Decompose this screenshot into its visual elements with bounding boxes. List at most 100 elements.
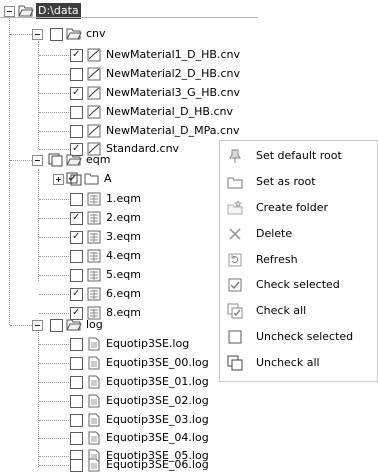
table-file-icon bbox=[87, 249, 101, 263]
menu-item-label: Uncheck selected bbox=[256, 330, 354, 343]
checkbox[interactable] bbox=[70, 125, 83, 138]
tree-guide-line bbox=[9, 15, 10, 325]
file-label: Equotip3SE_00.log bbox=[106, 356, 209, 369]
check-all-icon bbox=[227, 303, 243, 319]
folder-label: cnv bbox=[86, 27, 106, 40]
file-label: Equotip3SE_04.log bbox=[106, 431, 209, 444]
curve-file-icon bbox=[87, 86, 101, 100]
partial-check-icon bbox=[66, 172, 82, 186]
table-file-icon bbox=[87, 211, 101, 225]
checkbox[interactable] bbox=[70, 231, 83, 244]
file-label: NewMaterial_D_HB.cnv bbox=[106, 105, 233, 118]
menu-item-refresh[interactable]: Refresh bbox=[220, 247, 377, 272]
log-file-icon bbox=[88, 431, 100, 445]
menu-item-label: Set as root bbox=[256, 175, 316, 188]
checkbox[interactable] bbox=[70, 288, 83, 301]
menu-item-label: Create folder bbox=[256, 201, 328, 214]
collapse-toggle[interactable] bbox=[32, 155, 43, 166]
menu-item-label: Uncheck all bbox=[256, 356, 320, 369]
collapse-toggle[interactable] bbox=[4, 6, 15, 17]
file-label: 4.eqm bbox=[106, 249, 141, 262]
checkbox[interactable] bbox=[70, 49, 83, 62]
delete-icon bbox=[229, 228, 241, 240]
menu-item-uncheck-selected[interactable]: Uncheck selected bbox=[220, 324, 377, 349]
file-label: 8.eqm bbox=[106, 306, 141, 319]
log-file-icon bbox=[88, 356, 100, 370]
checkbox[interactable] bbox=[70, 414, 83, 427]
menu-item-set-as-root[interactable]: Set as root bbox=[220, 169, 377, 194]
file-label: Standard.cnv bbox=[106, 142, 180, 155]
table-file-icon bbox=[87, 192, 101, 206]
checkbox[interactable] bbox=[70, 376, 83, 389]
checkbox[interactable] bbox=[70, 250, 83, 263]
folder-icon bbox=[227, 177, 243, 189]
menu-item-delete[interactable]: Delete bbox=[220, 221, 377, 246]
menu-item-check-all[interactable]: Check all bbox=[220, 298, 377, 323]
folder-label: A bbox=[104, 172, 112, 185]
menu-item-create-folder[interactable]: Create folder bbox=[220, 195, 377, 220]
context-menu: Set default root Set as root Create fold… bbox=[219, 140, 378, 382]
file-label: 5.eqm bbox=[106, 268, 141, 281]
table-file-icon bbox=[87, 230, 101, 244]
file-label: NewMaterial_D_MPa.cnv bbox=[106, 124, 240, 137]
folder-icon bbox=[84, 173, 99, 185]
folder-open-icon bbox=[18, 5, 34, 17]
curve-file-icon bbox=[87, 105, 101, 119]
checkbox[interactable] bbox=[70, 395, 83, 408]
default-root-icon bbox=[229, 149, 241, 163]
file-label: 6.eqm bbox=[106, 287, 141, 300]
menu-item-label: Delete bbox=[256, 227, 293, 240]
log-file-icon bbox=[88, 375, 100, 389]
file-label: Equotip3SE_02.log bbox=[106, 394, 209, 407]
tree-guide-line bbox=[38, 329, 39, 467]
log-file-icon bbox=[88, 413, 100, 427]
menu-item-check-selected[interactable]: Check selected bbox=[220, 272, 377, 297]
menu-item-label: Check selected bbox=[256, 278, 340, 291]
file-label: NewMaterial2_D_HB.cnv bbox=[106, 67, 240, 80]
tree-guide-line bbox=[38, 41, 39, 149]
curve-file-icon bbox=[87, 124, 101, 138]
file-label: NewMaterial1_D_HB.cnv bbox=[106, 48, 240, 61]
table-file-icon bbox=[87, 287, 101, 301]
refresh-icon bbox=[228, 253, 242, 267]
folder-label: log bbox=[86, 318, 103, 331]
menu-item-label: Refresh bbox=[256, 253, 298, 266]
checkbox[interactable] bbox=[50, 28, 63, 41]
log-file-icon bbox=[88, 394, 100, 408]
checkbox[interactable] bbox=[70, 68, 83, 81]
collapse-toggle[interactable] bbox=[32, 29, 43, 40]
folder-open-icon bbox=[66, 154, 82, 166]
file-label: NewMaterial3_G_HB.cnv bbox=[106, 86, 241, 99]
menu-item-label: Set default root bbox=[256, 149, 342, 162]
file-label: Equotip3SE_01.log bbox=[106, 375, 209, 388]
checkbox[interactable] bbox=[70, 212, 83, 225]
log-file-icon bbox=[88, 337, 100, 351]
checkbox[interactable] bbox=[70, 357, 83, 370]
tree-guide-line bbox=[38, 169, 39, 281]
partial-check-icon bbox=[48, 153, 63, 167]
file-label: 1.eqm bbox=[106, 192, 141, 205]
uncheck-all-icon bbox=[227, 355, 243, 371]
curve-file-icon bbox=[87, 67, 101, 81]
menu-item-label: Check all bbox=[256, 304, 307, 317]
file-label: 2.eqm bbox=[106, 211, 141, 224]
checkbox[interactable] bbox=[70, 106, 83, 119]
checkbox[interactable] bbox=[70, 432, 83, 445]
new-folder-icon bbox=[227, 200, 243, 215]
file-label: Equotip3SE.log bbox=[106, 337, 190, 350]
folder-label: eqm bbox=[86, 153, 111, 166]
file-label: 3.eqm bbox=[106, 230, 141, 243]
checkbox[interactable] bbox=[70, 459, 83, 472]
checkbox[interactable] bbox=[70, 269, 83, 282]
folder-open-icon bbox=[66, 28, 82, 40]
checkbox[interactable] bbox=[50, 319, 63, 332]
file-label: Equotip3SE_03.log bbox=[106, 413, 209, 426]
expand-toggle[interactable] bbox=[53, 174, 64, 185]
checkbox[interactable] bbox=[70, 193, 83, 206]
checkbox[interactable] bbox=[70, 87, 83, 100]
menu-item-uncheck-all[interactable]: Uncheck all bbox=[220, 350, 377, 375]
menu-item-set-default-root[interactable]: Set default root bbox=[220, 143, 377, 168]
checkbox[interactable] bbox=[70, 338, 83, 351]
check-selected-icon bbox=[228, 278, 242, 292]
collapse-toggle[interactable] bbox=[32, 320, 43, 331]
